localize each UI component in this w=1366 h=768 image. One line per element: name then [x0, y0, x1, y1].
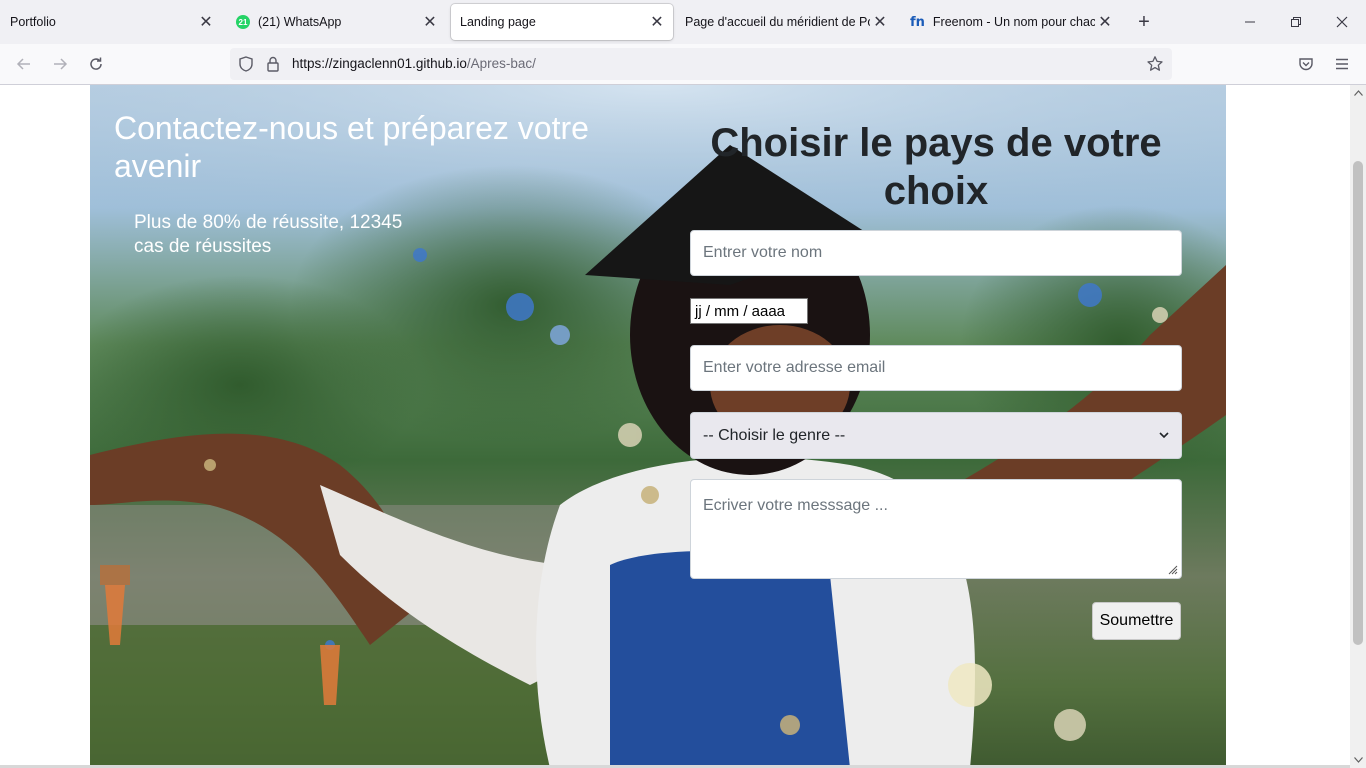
tab-bar: Portfolio ✕ 21 (21) WhatsApp ✕ Landing p…: [0, 0, 1366, 44]
email-input[interactable]: Enter votre adresse email: [690, 345, 1182, 391]
form-title: Choisir le pays de votre choix: [710, 121, 1162, 213]
close-icon[interactable]: ✕: [870, 12, 890, 32]
page-scrollbar[interactable]: [1350, 85, 1366, 768]
email-input-placeholder: Enter votre adresse email: [703, 359, 886, 376]
gender-select-value: -- Choisir le genre --: [703, 426, 846, 444]
tab-portfolio[interactable]: Portfolio ✕: [0, 4, 224, 40]
scroll-up-arrow-icon[interactable]: [1350, 85, 1366, 101]
tab-meridien[interactable]: Page d'accueil du méridient de Port ✕: [676, 4, 898, 40]
name-input-placeholder: Entrer votre nom: [703, 244, 823, 261]
tab-landing-page[interactable]: Landing page ✕: [451, 4, 673, 40]
url-path: /Apres-bac/: [466, 56, 536, 71]
gender-select[interactable]: -- Choisir le genre --: [690, 412, 1182, 459]
close-icon[interactable]: ✕: [647, 12, 667, 32]
tab-title: Freenom - Un nom pour chacun: [932, 15, 1095, 29]
back-arrow-icon[interactable]: [12, 52, 36, 76]
tab-title: (21) WhatsApp: [258, 15, 342, 29]
shield-icon[interactable]: [237, 55, 255, 73]
reload-icon[interactable]: [84, 52, 108, 76]
bookmark-star-icon[interactable]: [1146, 55, 1164, 73]
close-icon[interactable]: ✕: [420, 12, 440, 32]
tab-title: Page d'accueil du méridient de Port: [685, 15, 870, 29]
close-icon[interactable]: ✕: [196, 12, 216, 32]
lock-icon[interactable]: [264, 55, 282, 73]
close-window-icon[interactable]: [1330, 10, 1354, 34]
scrollbar-thumb[interactable]: [1353, 161, 1363, 645]
name-input[interactable]: Entrer votre nom: [690, 230, 1182, 276]
new-tab-button[interactable]: +: [1134, 12, 1154, 32]
url-text: https://zingaclenn01.github.io/Apres-bac…: [292, 56, 536, 71]
pocket-icon[interactable]: [1294, 52, 1318, 76]
url-bar[interactable]: https://zingaclenn01.github.io/Apres-bac…: [230, 48, 1172, 80]
hero-background-photo: Contactez-nous et préparez votre avenir …: [90, 85, 1226, 768]
close-icon[interactable]: ✕: [1095, 12, 1115, 32]
page-viewport: Contactez-nous et préparez votre avenir …: [0, 85, 1350, 768]
minimize-icon[interactable]: [1238, 10, 1262, 34]
hero-left-subtitle: Plus de 80% de réussite, 12345 cas de ré…: [134, 212, 403, 257]
url-host: https://zingaclenn01.github.io: [292, 56, 467, 71]
chevron-down-icon: [1159, 427, 1169, 445]
resize-handle-icon[interactable]: [1166, 563, 1178, 575]
restore-icon[interactable]: [1284, 10, 1308, 34]
submit-button[interactable]: Soumettre: [1092, 602, 1181, 640]
tab-title: Landing page: [460, 15, 536, 29]
scroll-down-arrow-icon[interactable]: [1350, 752, 1366, 768]
hero-left-title: Contactez-nous et préparez votre avenir: [114, 110, 589, 184]
date-input-placeholder: jj / mm / aaaa: [695, 302, 786, 320]
freenom-icon: fn: [910, 14, 925, 30]
tab-title: Portfolio: [10, 15, 56, 29]
message-textarea-placeholder: Ecriver votre messsage ...: [703, 497, 888, 514]
tab-whatsapp[interactable]: 21 (21) WhatsApp ✕: [226, 4, 448, 40]
forward-arrow-icon[interactable]: [48, 52, 72, 76]
date-input[interactable]: jj / mm / aaaa: [690, 298, 808, 324]
menu-icon[interactable]: [1330, 52, 1354, 76]
message-textarea[interactable]: Ecriver votre messsage ...: [690, 479, 1182, 579]
tab-freenom[interactable]: fn Freenom - Un nom pour chacun ✕: [901, 4, 1123, 40]
navigation-toolbar: https://zingaclenn01.github.io/Apres-bac…: [0, 44, 1366, 85]
whatsapp-icon: 21: [236, 15, 250, 29]
